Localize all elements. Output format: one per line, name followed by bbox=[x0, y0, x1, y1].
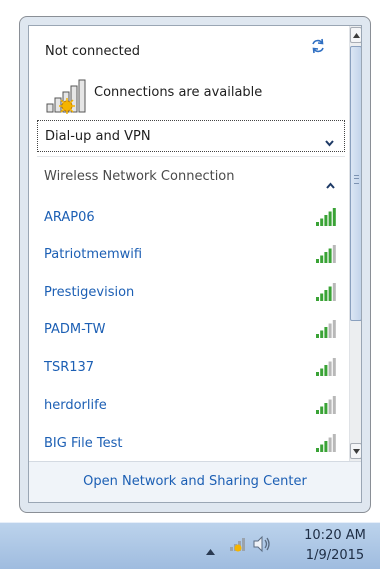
network-item[interactable]: Patriotmemwifi bbox=[44, 241, 339, 269]
scroll-up-button[interactable] bbox=[350, 27, 361, 43]
network-item[interactable]: PADM-TW bbox=[44, 316, 339, 344]
signal-bar bbox=[328, 323, 332, 338]
signal-bar bbox=[320, 444, 324, 452]
network-item[interactable]: Prestigevision bbox=[44, 279, 339, 307]
signal-bar bbox=[332, 320, 336, 338]
signal-bar bbox=[316, 259, 319, 263]
signal-bar bbox=[332, 396, 336, 414]
network-name: herdorlife bbox=[44, 398, 107, 413]
signal-bar bbox=[320, 330, 324, 338]
signal-bar bbox=[316, 448, 319, 452]
signal-bar bbox=[316, 297, 319, 301]
signal-bar bbox=[324, 441, 328, 452]
open-network-center-link[interactable]: Open Network and Sharing Center bbox=[29, 474, 361, 489]
signal-icon bbox=[315, 433, 337, 457]
signal-bar bbox=[320, 255, 324, 263]
chevron-down-icon bbox=[325, 132, 334, 151]
signal-bar bbox=[324, 290, 328, 301]
section-divider bbox=[37, 156, 345, 157]
wireless-section-header[interactable]: Wireless Network Connection bbox=[37, 164, 345, 190]
network-item[interactable]: BIG File Test bbox=[44, 430, 339, 458]
network-name: ARAP06 bbox=[44, 210, 95, 225]
chevron-up-icon bbox=[326, 174, 335, 193]
panel-footer: Open Network and Sharing Center bbox=[29, 461, 361, 502]
signal-bar bbox=[328, 211, 332, 226]
signal-bar bbox=[316, 410, 319, 414]
signal-bar bbox=[332, 283, 336, 301]
network-name: BIG File Test bbox=[44, 436, 123, 451]
network-name: PADM-TW bbox=[44, 322, 106, 337]
signal-bar bbox=[332, 358, 336, 376]
signal-bar bbox=[320, 293, 324, 301]
network-available-icon bbox=[45, 76, 87, 120]
signal-bar bbox=[328, 248, 332, 263]
signal-bar bbox=[320, 218, 324, 226]
signal-bar bbox=[324, 327, 328, 338]
signal-icon bbox=[315, 207, 337, 231]
signal-icon bbox=[315, 319, 337, 343]
signal-bar bbox=[324, 403, 328, 414]
availability-text: Connections are available bbox=[94, 85, 263, 100]
signal-bar bbox=[324, 365, 328, 376]
volume-icon[interactable] bbox=[252, 535, 272, 557]
connection-status: Not connected bbox=[45, 44, 140, 59]
signal-icon bbox=[315, 357, 337, 381]
network-item[interactable]: ARAP06 bbox=[44, 204, 339, 232]
refresh-icon[interactable] bbox=[310, 38, 326, 54]
dialup-vpn-section[interactable]: Dial-up and VPN bbox=[37, 120, 345, 152]
signal-bar bbox=[324, 215, 328, 226]
signal-bar bbox=[328, 399, 332, 414]
wireless-section-label: Wireless Network Connection bbox=[44, 169, 235, 184]
signal-bar bbox=[328, 286, 332, 301]
signal-bar bbox=[320, 368, 324, 376]
signal-bar bbox=[324, 252, 328, 263]
grip-icon bbox=[354, 175, 359, 184]
clock-time[interactable]: 10:20 AM bbox=[300, 528, 370, 543]
network-name: Prestigevision bbox=[44, 285, 135, 300]
network-name: TSR137 bbox=[44, 360, 95, 375]
network-list-scrollbar[interactable] bbox=[349, 26, 361, 461]
signal-bar bbox=[316, 372, 319, 376]
network-flyout: Not connected Connections are available bbox=[19, 16, 371, 513]
network-name: Patriotmemwifi bbox=[44, 247, 143, 262]
network-panel: Not connected Connections are available bbox=[28, 25, 362, 503]
signal-bar bbox=[332, 245, 336, 263]
signal-bar bbox=[316, 222, 319, 226]
signal-icon bbox=[315, 395, 337, 419]
dialup-vpn-label: Dial-up and VPN bbox=[45, 129, 151, 144]
signal-bar bbox=[332, 434, 336, 452]
signal-bar bbox=[328, 361, 332, 376]
network-tray-icon[interactable] bbox=[229, 535, 247, 557]
signal-icon bbox=[315, 244, 337, 268]
show-hidden-icons[interactable] bbox=[206, 540, 215, 559]
signal-bar bbox=[316, 334, 319, 338]
network-item[interactable]: herdorlife bbox=[44, 392, 339, 420]
clock-date[interactable]: 1/9/2015 bbox=[300, 548, 370, 563]
network-item[interactable]: TSR137 bbox=[44, 354, 339, 382]
signal-bar bbox=[328, 437, 332, 452]
signal-icon bbox=[315, 282, 337, 306]
taskbar: 10:20 AM 1/9/2015 bbox=[0, 522, 380, 569]
scroll-thumb[interactable] bbox=[350, 46, 361, 321]
signal-bar bbox=[332, 208, 336, 226]
signal-bar bbox=[320, 406, 324, 414]
scroll-down-button[interactable] bbox=[350, 443, 361, 459]
